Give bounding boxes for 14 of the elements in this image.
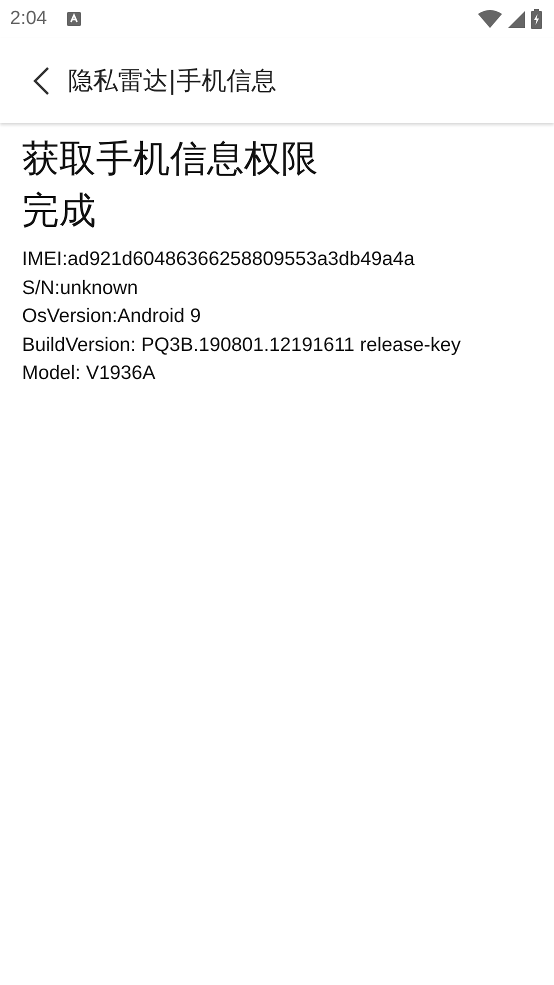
status-time: 2:04 xyxy=(10,8,47,30)
back-icon[interactable] xyxy=(32,66,50,94)
info-line: S/N:unknown xyxy=(22,276,139,300)
battery-charging-icon xyxy=(531,9,542,29)
result-heading: 获取手机信息权限 xyxy=(22,136,319,182)
signal-icon xyxy=(508,10,525,28)
screen-title: 隐私雷达|手机信息 xyxy=(68,65,276,97)
info-line: OsVersion:Android 9 xyxy=(22,304,202,329)
info-line: Model: V1936A xyxy=(22,361,156,386)
info-line: BuildVersion: PQ3B.190801.12191611 release-key xyxy=(22,332,462,358)
info-line: IMEI:ad921d60486366258809553a3db49a4a xyxy=(22,247,416,272)
wifi-icon xyxy=(478,10,502,28)
result-heading: 完成 xyxy=(22,188,97,234)
keyboard-icon xyxy=(66,12,81,26)
